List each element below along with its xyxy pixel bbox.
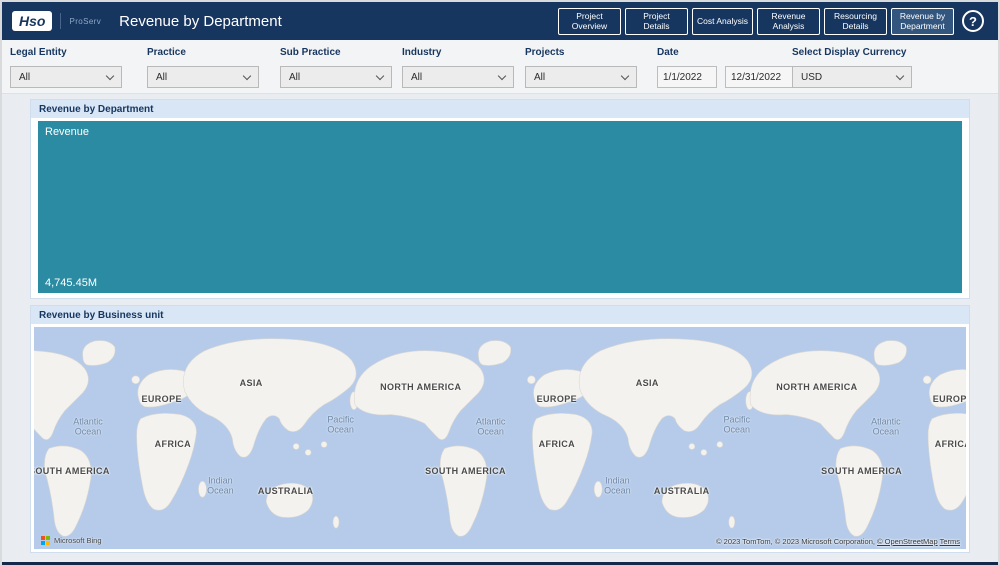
projects-dropdown[interactable]: All <box>525 66 637 88</box>
map-label-continent: EUROPE <box>141 394 182 405</box>
date-start-input[interactable] <box>657 66 717 88</box>
filter-bar: Legal Entity All Practice All Sub Practi… <box>2 40 998 94</box>
filter-label: Date <box>657 47 679 58</box>
filter-label: Projects <box>525 47 565 58</box>
sub-practice-dropdown[interactable]: All <box>280 66 392 88</box>
microsoft-logo-icon <box>41 536 50 545</box>
map-label-continent: EUROPE <box>932 394 966 405</box>
date-end-input[interactable] <box>725 66 793 88</box>
dropdown-value: All <box>19 71 31 83</box>
legal-entity-dropdown[interactable]: All <box>10 66 122 88</box>
filter-label: Industry <box>402 47 442 58</box>
hso-logo-text: Hso <box>19 13 46 29</box>
industry-dropdown[interactable]: All <box>402 66 514 88</box>
help-icon: ? <box>969 13 977 29</box>
filter-label: Legal Entity <box>10 47 67 58</box>
map-label-continent: AFRICA <box>538 438 576 449</box>
map-label-continent: ASIA <box>239 377 263 388</box>
treemap-revenue-node[interactable]: Revenue 4,745.45M <box>38 121 962 293</box>
map-label-continent: AFRICA <box>934 438 966 449</box>
dropdown-value: USD <box>801 71 823 83</box>
revenue-by-department-card: Revenue by Department Revenue 4,745.45M <box>30 99 970 299</box>
map-label-continent: AUSTRALIA <box>257 486 314 497</box>
map-label-continent: ASIA <box>635 377 659 388</box>
revenue-by-business-unit-card: Revenue by Business unit SOUTH AMERICA A… <box>30 305 970 553</box>
map-label-continent: SOUTH AMERICA <box>34 466 110 477</box>
filter-projects: Projects All <box>525 47 657 93</box>
header-divider <box>60 13 62 29</box>
map-label-ocean: Pacific Ocean <box>327 414 354 435</box>
terms-link[interactable]: Terms <box>940 537 960 546</box>
dropdown-value: All <box>289 71 301 83</box>
map-attribution: © 2023 TomTom, © 2023 Microsoft Corporat… <box>716 537 960 546</box>
chevron-down-icon <box>105 71 115 80</box>
practice-dropdown[interactable]: All <box>147 66 259 88</box>
attribution-text: © 2023 TomTom, © 2023 Microsoft Corporat… <box>716 537 878 546</box>
nav-revenue-analysis[interactable]: Revenue Analysis <box>757 7 820 35</box>
map-label-ocean: Indian Ocean <box>207 475 234 496</box>
map-label-continent: NORTH AMERICA <box>776 381 858 392</box>
filter-legal-entity: Legal Entity All <box>10 47 147 93</box>
filter-industry: Industry All <box>402 47 525 93</box>
currency-dropdown[interactable]: USD <box>792 66 912 88</box>
filter-date: Date <box>657 47 793 93</box>
dropdown-value: All <box>534 71 546 83</box>
map-container: SOUTH AMERICA Atlantic Ocean EUROPE AFRI… <box>31 324 969 552</box>
filter-currency: Select Display Currency USD <box>792 47 922 93</box>
filter-practice: Practice All <box>147 47 280 93</box>
bing-logo-label: Microsoft Bing <box>54 536 102 545</box>
nav-revenue-by-department[interactable]: Revenue by Department <box>891 7 954 35</box>
map-label-continent: SOUTH AMERICA <box>425 466 506 477</box>
treemap-node-value: 4,745.45M <box>45 277 97 289</box>
page-title: Revenue by Department <box>119 12 282 30</box>
map-label-ocean: Pacific Ocean <box>723 414 750 435</box>
dropdown-value: All <box>156 71 168 83</box>
date-range <box>657 66 793 88</box>
chevron-down-icon <box>895 71 905 80</box>
report-canvas: Revenue by Department Revenue 4,745.45M … <box>2 94 998 553</box>
chevron-down-icon <box>242 71 252 80</box>
map-label-continent: SOUTH AMERICA <box>821 466 903 477</box>
card-title: Revenue by Business unit <box>31 306 969 324</box>
report-nav: Project Overview Project Details Cost An… <box>557 7 954 35</box>
map-label-continent: NORTH AMERICA <box>380 381 462 392</box>
map-label-ocean: Atlantic Ocean <box>475 416 506 437</box>
hso-logo: Hso <box>12 11 53 31</box>
dropdown-value: All <box>411 71 423 83</box>
filter-label: Sub Practice <box>280 47 341 58</box>
nav-cost-analysis[interactable]: Cost Analysis <box>691 7 753 35</box>
world-map[interactable]: SOUTH AMERICA Atlantic Ocean EUROPE AFRI… <box>34 327 966 549</box>
nav-project-details[interactable]: Project Details <box>624 7 688 35</box>
nav-project-overview[interactable]: Project Overview <box>557 7 621 35</box>
chevron-down-icon <box>497 71 507 80</box>
map-label-continent: EUROPE <box>536 394 578 405</box>
treemap-container: Revenue 4,745.45M <box>31 118 969 298</box>
openstreetmap-link[interactable]: © OpenStreetMap <box>877 537 938 546</box>
filter-sub-practice: Sub Practice All <box>280 47 402 93</box>
map-label-ocean: Atlantic Ocean <box>73 416 103 437</box>
map-label-ocean: Atlantic Ocean <box>871 416 901 437</box>
card-title: Revenue by Department <box>31 100 969 118</box>
chevron-down-icon <box>375 71 385 80</box>
map-label-continent: AUSTRALIA <box>653 486 710 497</box>
bing-logo: Microsoft Bing <box>41 536 102 545</box>
dashboard: Hso ProServ Revenue by Department Projec… <box>2 2 998 565</box>
chevron-down-icon <box>620 71 630 80</box>
nav-resourcing-details[interactable]: Resourcing Details <box>824 7 887 35</box>
brand-label: ProServ <box>69 16 102 26</box>
filter-label: Practice <box>147 47 186 58</box>
filter-label: Select Display Currency <box>792 47 907 58</box>
treemap-node-label: Revenue <box>45 126 90 138</box>
help-button[interactable]: ? <box>962 10 984 32</box>
app-header: Hso ProServ Revenue by Department Projec… <box>2 2 998 40</box>
map-label-continent: AFRICA <box>154 438 192 449</box>
map-label-ocean: Indian Ocean <box>604 475 631 496</box>
